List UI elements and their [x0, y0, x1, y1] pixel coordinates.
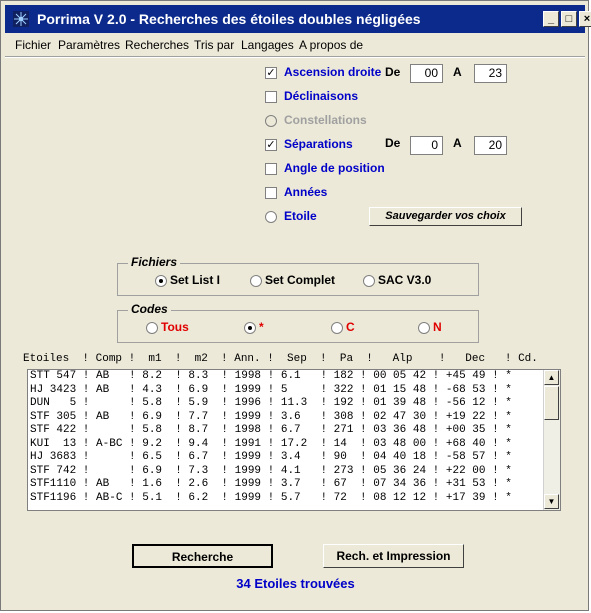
list-row[interactable]: HJ 3683 ! ! 6.5 ! 6.7 ! 1999 ! 3.4 ! 90 …	[28, 451, 560, 465]
code-c-radio[interactable]	[331, 322, 343, 334]
window-title: Porrima V 2.0 - Recherches des étoiles d…	[37, 11, 421, 27]
scroll-thumb[interactable]	[544, 386, 559, 420]
list-row[interactable]: STF 422 ! ! 5.8 ! 8.7 ! 1998 ! 6.7 ! 271…	[28, 424, 560, 438]
set-complet-label: Set Complet	[265, 273, 336, 287]
code-star-radio[interactable]	[244, 322, 256, 334]
declinaisons-label: Déclinaisons	[284, 89, 359, 103]
list-row[interactable]: STF 742 ! ! 6.9 ! 7.3 ! 1999 ! 4.1 ! 273…	[28, 465, 560, 479]
ascension-from-field[interactable]: 00	[410, 64, 443, 83]
title-bar[interactable]: Porrima V 2.0 - Recherches des étoiles d…	[5, 5, 591, 33]
list-row[interactable]: HJ 3423 ! AB ! 4.3 ! 6.9 ! 1999 ! 5 ! 32…	[28, 384, 560, 398]
separations-to-field[interactable]: 20	[474, 136, 507, 155]
list-row[interactable]: DUN 5 ! ! 5.8 ! 5.9 ! 1996 ! 11.3 ! 192 …	[28, 397, 560, 411]
code-star-label: *	[259, 320, 264, 334]
set-list-i-radio[interactable]	[155, 275, 167, 287]
list-row[interactable]: STF1196 ! AB-C ! 5.1 ! 6.2 ! 1999 ! 5.7 …	[28, 492, 560, 506]
constellations-radio	[265, 115, 277, 127]
separations-a-label: A	[453, 136, 462, 150]
list-row[interactable]: STF1110 ! AB ! 1.6 ! 2.6 ! 1999 ! 3.7 ! …	[28, 478, 560, 492]
sac-v30-radio[interactable]	[363, 275, 375, 287]
app-window: Porrima V 2.0 - Recherches des étoiles d…	[0, 0, 591, 611]
menu-recherches[interactable]: Recherches	[125, 38, 189, 52]
menu-parametres[interactable]: Paramètres	[58, 38, 120, 52]
code-n-label: N	[433, 320, 442, 334]
list-scrollbar[interactable]: ▲ ▼	[543, 370, 560, 510]
results-listbox[interactable]: STT 547 ! AB ! 8.2 ! 8.3 ! 1998 ! 6.1 ! …	[27, 369, 561, 511]
list-column-header: Etoiles ! Comp ! m1 ! m2 ! Ann. ! Sep ! …	[23, 353, 538, 365]
code-c-label: C	[346, 320, 355, 334]
minimize-button[interactable]: _	[543, 11, 559, 27]
rech-impression-button[interactable]: Rech. et Impression	[323, 544, 464, 568]
set-list-i-label: Set List I	[170, 273, 221, 287]
etoile-label: Etoile	[284, 209, 317, 223]
ascension-label: Ascension droite	[284, 65, 382, 79]
separations-label: Séparations	[284, 137, 353, 151]
menu-bar: Fichier Paramètres Recherches Tris par L…	[5, 35, 585, 55]
close-button[interactable]: ×	[579, 11, 591, 27]
angle-checkbox[interactable]	[265, 163, 277, 175]
declinaisons-checkbox[interactable]	[265, 91, 277, 103]
set-complet-radio[interactable]	[250, 275, 262, 287]
fichiers-group-title: Fichiers	[128, 255, 181, 269]
constellations-label: Constellations	[284, 113, 367, 127]
code-tous-label: Tous	[161, 320, 189, 334]
angle-label: Angle de position	[284, 161, 385, 175]
annees-checkbox[interactable]	[265, 187, 277, 199]
list-row[interactable]: STF 305 ! AB ! 6.9 ! 7.7 ! 1999 ! 3.6 ! …	[28, 411, 560, 425]
code-n-radio[interactable]	[418, 322, 430, 334]
ascension-to-field[interactable]: 23	[474, 64, 507, 83]
status-text: 34 Etoiles trouvées	[236, 576, 355, 591]
ascension-a-label: A	[453, 65, 462, 79]
maximize-button[interactable]: □	[561, 11, 577, 27]
menu-separator	[5, 56, 585, 58]
list-row[interactable]: KUI 13 ! A-BC ! 9.2 ! 9.4 ! 1991 ! 17.2 …	[28, 438, 560, 452]
sac-v30-label: SAC V3.0	[378, 273, 432, 287]
menu-tris-par[interactable]: Tris par	[194, 38, 234, 52]
menu-langages[interactable]: Langages	[241, 38, 294, 52]
scroll-down-arrow-icon[interactable]: ▼	[544, 494, 559, 509]
save-choices-button[interactable]: Sauvegarder vos choix	[369, 207, 522, 226]
etoile-radio[interactable]	[265, 211, 277, 223]
recherche-button[interactable]: Recherche	[132, 544, 273, 568]
codes-group-title: Codes	[128, 302, 171, 316]
separations-de-label: De	[385, 136, 401, 150]
scroll-up-arrow-icon[interactable]: ▲	[544, 370, 559, 385]
list-row[interactable]: STT 547 ! AB ! 8.2 ! 8.3 ! 1998 ! 6.1 ! …	[28, 370, 560, 384]
menu-fichier[interactable]: Fichier	[15, 38, 51, 52]
ascension-checkbox[interactable]: ✓	[265, 67, 277, 79]
code-tous-radio[interactable]	[146, 322, 158, 334]
separations-checkbox[interactable]: ✓	[265, 139, 277, 151]
menu-a-propos[interactable]: A propos de	[299, 38, 363, 52]
app-icon	[13, 11, 29, 27]
annees-label: Années	[284, 185, 328, 199]
ascension-de-label: De	[385, 65, 401, 79]
separations-from-field[interactable]: 0	[410, 136, 443, 155]
